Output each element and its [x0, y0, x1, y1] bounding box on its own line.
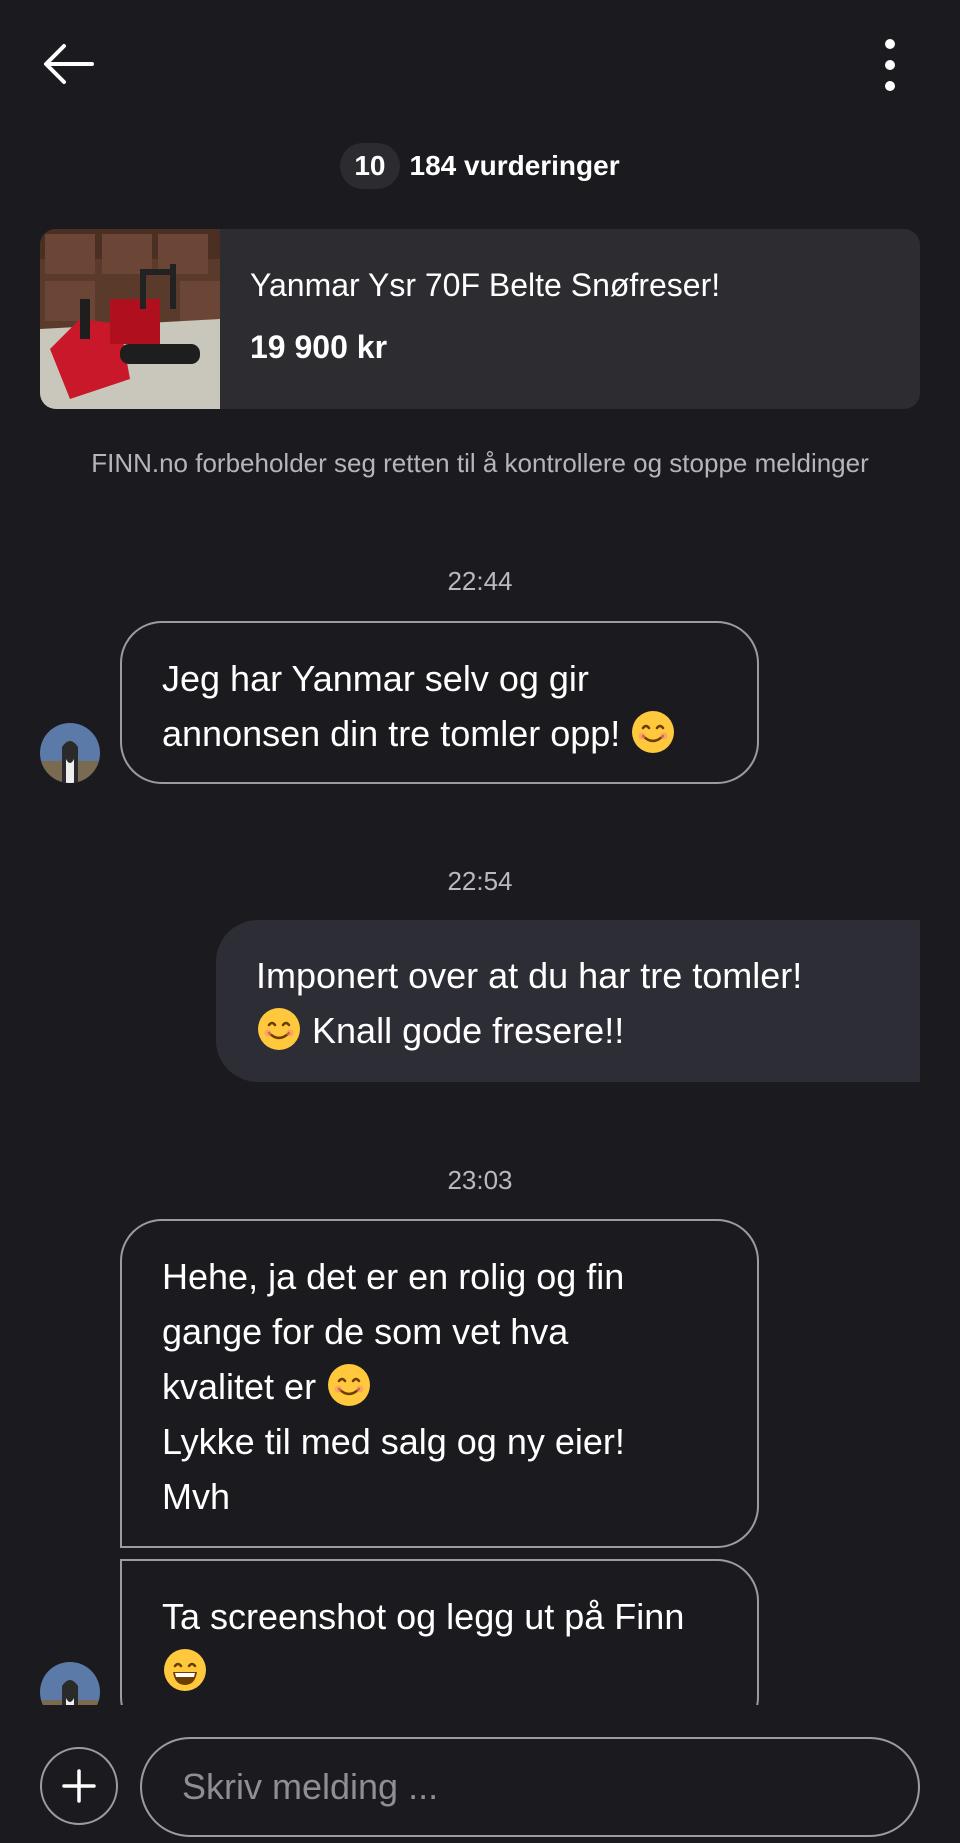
- smiling-face-icon: [328, 1364, 371, 1406]
- grinning-face-icon: [164, 1649, 206, 1691]
- moderation-notice: FINN.no forbeholder seg retten til å kon…: [91, 448, 869, 478]
- message-line: annonsen din tre tomler opp!: [162, 713, 621, 754]
- incoming-message-bubble[interactable]: Jeg har Yanmar selv og gir annonsen din …: [120, 621, 759, 784]
- outgoing-message-bubble[interactable]: Imponert over at du har tre tomler! Knal…: [216, 920, 920, 1082]
- more-options-button[interactable]: [862, 30, 918, 100]
- arrow-left-icon: [44, 44, 94, 84]
- back-button[interactable]: [40, 38, 100, 90]
- message-timestamp: 22:44: [447, 566, 513, 596]
- message-composer: [0, 1705, 960, 1843]
- top-bar: [0, 0, 960, 130]
- ad-price: 19 900 kr: [250, 329, 388, 365]
- rating-count: 184 vurderinger: [409, 150, 620, 181]
- more-vertical-icon: [885, 39, 895, 91]
- message-line: kvalitet er: [162, 1366, 317, 1407]
- message-line: Mvh: [162, 1476, 231, 1517]
- seller-rating[interactable]: 10 184 vurderinger: [0, 142, 960, 190]
- message-timestamp: 22:54: [447, 866, 513, 896]
- smiling-face-icon: [632, 711, 675, 753]
- message-line: Ta screenshot og legg ut på Finn: [162, 1596, 685, 1637]
- message-line: gange for de som vet hva: [162, 1311, 569, 1352]
- ad-card[interactable]: Yanmar Ysr 70F Belte Snøfreser! 19 900 k…: [40, 229, 920, 409]
- message-input[interactable]: [140, 1737, 920, 1837]
- message-line: Hehe, ja det er en rolig og fin: [162, 1256, 625, 1297]
- dog-avatar-image: [40, 723, 100, 783]
- incoming-message-bubble[interactable]: Hehe, ja det er en rolig og fin gange fo…: [120, 1219, 759, 1548]
- message-line: Knall gode fresere!!: [312, 1010, 625, 1051]
- message-line: Imponert over at du har tre tomler!: [256, 955, 803, 996]
- ad-title: Yanmar Ysr 70F Belte Snøfreser!: [250, 267, 721, 303]
- add-attachment-button[interactable]: [40, 1747, 118, 1825]
- message-timestamp: 23:03: [447, 1165, 513, 1195]
- rating-score-badge: 10: [340, 143, 400, 189]
- avatar[interactable]: [40, 723, 100, 783]
- plus-icon: [62, 1769, 96, 1803]
- smiling-face-icon: [258, 1008, 300, 1050]
- message-line: Lykke til med salg og ny eier!: [162, 1421, 625, 1462]
- message-line: Jeg har Yanmar selv og gir: [162, 658, 589, 699]
- ad-thumbnail-image: [40, 229, 220, 409]
